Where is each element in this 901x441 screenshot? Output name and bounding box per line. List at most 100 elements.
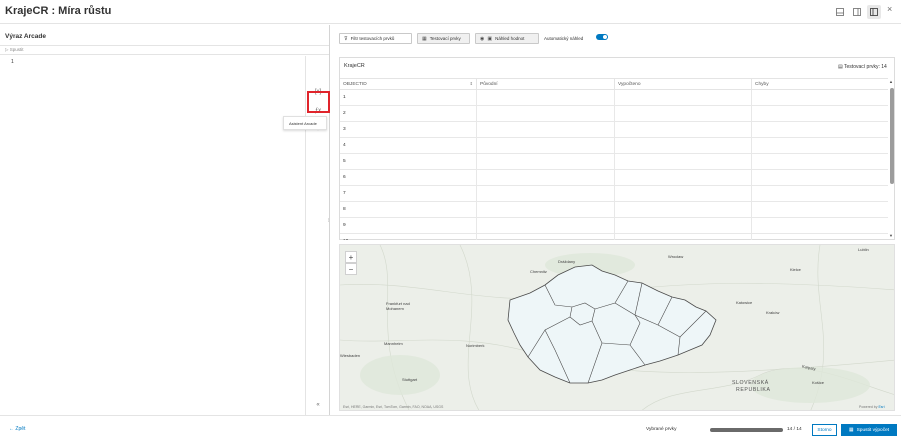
column-header-label: OBJECTID xyxy=(343,82,367,87)
table-cell xyxy=(615,170,752,186)
map-label: Lublin xyxy=(858,247,869,252)
selected-features-label: Vybrané prvky xyxy=(646,427,677,432)
assistant-tooltip-label: Asistent Arcade xyxy=(289,121,317,126)
collapse-icon[interactable]: « xyxy=(306,398,330,412)
table-row[interactable]: 2 xyxy=(340,106,888,122)
radio-icon: ◉ xyxy=(480,35,485,42)
table-row[interactable]: 8 xyxy=(340,202,888,218)
app-window: KrajeCR : Míra růstu × Výraz Arcade ▷ Sp… xyxy=(0,0,901,441)
assistant-highlight-box xyxy=(307,91,330,113)
table-cell xyxy=(615,154,752,170)
test-features-label: Testovací prvky xyxy=(429,36,461,41)
esri-link[interactable]: Esri xyxy=(878,405,884,409)
table-cell xyxy=(477,154,615,170)
table-cell: 9 xyxy=(340,218,477,234)
table-header: OBJECTID ⇕ Původní Vypočteno Chyby xyxy=(340,78,888,90)
run-script-button[interactable]: ▷ Spustit xyxy=(5,47,23,53)
filter-test-features-button[interactable]: ⊽ Filtr testovacích prvků xyxy=(339,33,412,44)
table-body: 123456789101112 xyxy=(340,90,888,240)
map-label: Chemnitz xyxy=(530,269,547,274)
line-number: 1 xyxy=(11,59,14,65)
sample-values-label: Náhled hodnot xyxy=(495,36,525,41)
table-row[interactable]: 1 xyxy=(340,90,888,106)
sort-icon[interactable]: ⇕ xyxy=(470,81,473,86)
table-icon: ▦ xyxy=(422,35,427,42)
zoom-in-button[interactable]: + xyxy=(345,251,357,263)
map-canvas xyxy=(340,245,894,410)
table-cell xyxy=(752,202,888,218)
table-row[interactable]: 4 xyxy=(340,138,888,154)
page-title: KrajeCR : Míra růstu xyxy=(5,5,112,17)
table-cell: 7 xyxy=(340,186,477,202)
column-header-errors[interactable]: Chyby xyxy=(752,79,888,90)
header-bar: KrajeCR : Míra růstu × xyxy=(0,0,901,24)
close-icon[interactable]: × xyxy=(887,4,892,14)
test-features-table-card: KrajeCR ▤ Testovací prvky: 14 OBJECTID ⇕… xyxy=(339,57,895,240)
table-cell: 2 xyxy=(340,106,477,122)
table-cell xyxy=(752,138,888,154)
column-header-computed[interactable]: Vypočteno xyxy=(615,79,752,90)
grid-icon: ▣ xyxy=(487,35,493,42)
column-header-original[interactable]: Původní xyxy=(477,79,615,90)
table-cell xyxy=(615,90,752,106)
table-row[interactable]: 5 xyxy=(340,154,888,170)
table-cell: 1 xyxy=(340,90,477,106)
table-row[interactable]: 10 xyxy=(340,234,888,240)
table-row[interactable]: 6 xyxy=(340,170,888,186)
footer-bar: ← Zpět Vybrané prvky 14 / 14 Storno ▦ Spu… xyxy=(0,415,901,441)
table-cell xyxy=(752,218,888,234)
test-toolbar: ⊽ Filtr testovacích prvků ▦ Testovací prvk… xyxy=(333,25,901,51)
auto-preview-toggle[interactable] xyxy=(596,34,608,40)
scrollbar-thumb[interactable] xyxy=(889,88,894,184)
features-progress-bar xyxy=(710,428,783,432)
code-editor[interactable] xyxy=(22,56,304,414)
table-row[interactable]: 3 xyxy=(340,122,888,138)
map-label: Wiesbaden xyxy=(340,353,361,358)
table-cell: 4 xyxy=(340,138,477,154)
sample-values-button[interactable]: ◉ ▣ Náhled hodnot xyxy=(475,33,539,44)
column-header-objectid[interactable]: OBJECTID ⇕ xyxy=(340,79,477,90)
run-calculation-button[interactable]: ▦ Spustit výpočet xyxy=(841,424,897,436)
map-label: Wrocław xyxy=(668,254,684,259)
map-label: REPUBLIKA xyxy=(736,387,771,393)
table-cell xyxy=(477,202,615,218)
table-cell xyxy=(615,234,752,240)
table-cell xyxy=(615,202,752,218)
test-features-button[interactable]: ▦ Testovací prvky xyxy=(417,33,470,44)
cancel-button[interactable]: Storno xyxy=(812,424,837,436)
panel-splitter-handle[interactable]: ⁞ xyxy=(328,218,329,224)
back-button[interactable]: ← Zpět xyxy=(9,426,25,432)
map-attribution: Esri, HERE, Garmin, Esri, TomTom, Garmin… xyxy=(343,405,444,409)
run-calculation-label: Spustit výpočet xyxy=(856,427,890,433)
table-cell xyxy=(477,90,615,106)
editor-title: Výraz Arcade xyxy=(5,33,46,40)
table-cell xyxy=(477,122,615,138)
table-cell xyxy=(615,218,752,234)
table-cell xyxy=(477,186,615,202)
scroll-down-icon[interactable]: ▼ xyxy=(889,233,893,238)
run-bar: ▷ Spustit xyxy=(0,45,329,55)
layout-side-icon[interactable] xyxy=(850,5,864,19)
table-row[interactable]: 7 xyxy=(340,186,888,202)
map-label: Norimberk xyxy=(466,343,485,348)
map-label: Košice xyxy=(812,380,825,385)
table-cell xyxy=(615,186,752,202)
layout-bottom-icon[interactable] xyxy=(833,5,847,19)
map-view[interactable]: + − Dráždany Chemnitz Frankfurt nad Moha… xyxy=(339,244,895,411)
table-scrollbar[interactable]: ▲ ▼ xyxy=(888,78,895,240)
progress-fill xyxy=(710,428,783,432)
table-row[interactable]: 9 xyxy=(340,218,888,234)
table-cell xyxy=(752,234,888,240)
table-cell xyxy=(615,106,752,122)
table-title: KrajeCR xyxy=(344,63,365,69)
table-cell xyxy=(477,138,615,154)
zoom-out-button[interactable]: − xyxy=(345,263,357,275)
map-label: Kielce xyxy=(790,267,801,272)
layout-split-icon[interactable] xyxy=(867,5,881,19)
table-cell: 6 xyxy=(340,170,477,186)
progress-count: 14 / 14 xyxy=(787,427,802,432)
filter-icon: ⊽ xyxy=(344,35,348,42)
map-label: Dráždany xyxy=(558,259,576,264)
table-cell xyxy=(752,90,888,106)
scroll-up-icon[interactable]: ▲ xyxy=(889,79,893,84)
